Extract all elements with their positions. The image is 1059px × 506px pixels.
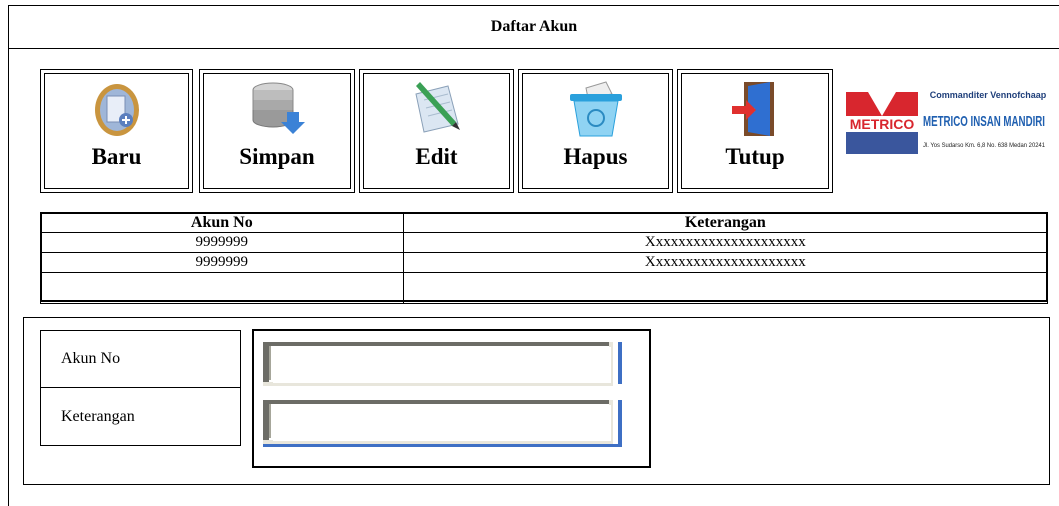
save-button-label: Simpan: [239, 144, 315, 169]
column-header-akun-no[interactable]: Akun No: [40, 212, 404, 233]
keterangan-label: Keterangan: [40, 387, 241, 446]
cell-akun-no[interactable]: [40, 272, 404, 304]
logo-brand-mark: METRICO: [850, 116, 915, 132]
logo-company-name: METRICO INSAN MANDIRI: [923, 113, 1045, 130]
edit-pen-icon: [410, 78, 464, 143]
delete-button[interactable]: Hapus: [518, 69, 673, 193]
cell-akun-no[interactable]: 9999999: [40, 232, 404, 253]
column-header-keterangan[interactable]: Keterangan: [402, 212, 1049, 233]
akun-no-label: Akun No: [40, 330, 241, 388]
close-button-label: Tutup: [725, 144, 785, 169]
save-button[interactable]: Simpan: [199, 69, 355, 193]
exit-door-icon: [730, 78, 780, 143]
company-logo: METRICO Commanditer Vennofchaap METRICO …: [844, 80, 1049, 160]
cell-keterangan[interactable]: Xxxxxxxxxxxxxxxxxxxxx: [402, 232, 1049, 253]
table-row[interactable]: 9999999 Xxxxxxxxxxxxxxxxxxxxx: [40, 252, 1049, 273]
akun-no-field-frame: [263, 342, 623, 390]
akun-no-field[interactable]: [273, 347, 611, 383]
logo-address: Jl. Yos Sudarso Km. 6,8 No. 638 Medan 20…: [923, 143, 1046, 149]
delete-button-label: Hapus: [563, 144, 628, 169]
recycle-bin-icon: [566, 78, 626, 143]
cell-keterangan[interactable]: [402, 272, 1049, 304]
save-database-icon: [249, 78, 305, 143]
table-row[interactable]: 9999999 Xxxxxxxxxxxxxxxxxxxxx: [40, 232, 1049, 253]
table-header-row: Akun No Keterangan: [40, 212, 1049, 233]
accounts-table: Akun No Keterangan 9999999 Xxxxxxxxxxxxx…: [40, 212, 1049, 304]
edit-button-label: Edit: [415, 144, 458, 169]
cell-akun-no[interactable]: 9999999: [40, 252, 404, 273]
logo-tagline: Commanditer Vennofchaap: [930, 90, 1047, 100]
new-button-label: Baru: [91, 144, 142, 169]
edit-button[interactable]: Edit: [359, 69, 514, 193]
new-document-icon: [91, 78, 143, 143]
keterangan-field-frame: [263, 400, 623, 448]
table-row[interactable]: [40, 272, 1049, 304]
keterangan-field[interactable]: [273, 405, 611, 441]
close-button[interactable]: Tutup: [677, 69, 833, 193]
page-title: Daftar Akun: [8, 5, 1059, 49]
new-button[interactable]: Baru: [40, 69, 193, 193]
cell-keterangan[interactable]: Xxxxxxxxxxxxxxxxxxxxx: [402, 252, 1049, 273]
